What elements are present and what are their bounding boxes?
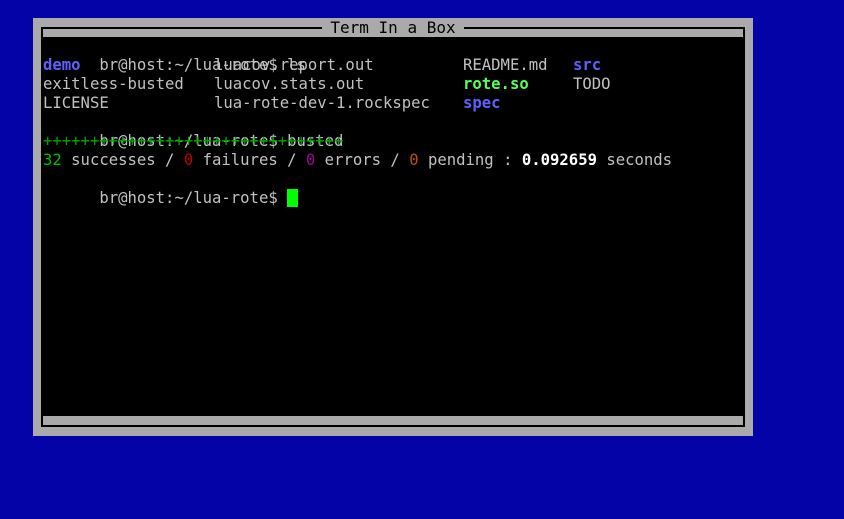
terminal-line: br@host:~/lua-rote$ ls xyxy=(43,37,743,74)
errors-label: errors / xyxy=(315,151,410,169)
error-count: 0 xyxy=(305,151,316,169)
ls-entry-directory: src xyxy=(573,56,602,74)
failure-count: 0 xyxy=(183,151,194,169)
pending-count: 0 xyxy=(409,151,419,169)
pending-label: pending : xyxy=(418,151,522,169)
terminal-window: Term In a Box br@host:~/lua-rote$ ls dem… xyxy=(33,18,753,436)
ls-output-row: LICENSE lua-rote-dev-1.rockspec spec xyxy=(43,94,743,113)
ls-output-row: demo luacov.report.out README.md src xyxy=(43,56,743,75)
test-progress-bar: ++++++++++++++++++++++++++++++++ xyxy=(43,132,344,150)
ls-entry-file: luacov.stats.out xyxy=(214,75,365,93)
elapsed-time: 0.092659 xyxy=(521,151,597,169)
ls-entry-file: TODO xyxy=(573,75,611,93)
text-cursor[interactable] xyxy=(287,189,299,207)
ls-entry-file: luacov.report.out xyxy=(214,56,374,74)
ls-entry-file: lua-rote-dev-1.rockspec xyxy=(214,94,430,112)
test-summary: 32 successes / 0 failures / 0 errors / 0… xyxy=(43,151,743,170)
ls-entry-directory: demo xyxy=(43,56,81,74)
successes-label: successes / xyxy=(61,151,184,169)
ls-output-row: exitless-busted luacov.stats.out rote.so… xyxy=(43,75,743,94)
ls-entry-file: README.md xyxy=(463,56,548,74)
ls-entry-file: LICENSE xyxy=(43,94,109,112)
terminal-screen[interactable]: br@host:~/lua-rote$ ls demo luacov.repor… xyxy=(43,37,743,416)
ls-entry-directory: spec xyxy=(463,94,501,112)
failures-label: failures / xyxy=(193,151,306,169)
terminal-input-line[interactable]: br@host:~/lua-rote$ xyxy=(43,170,743,207)
terminal-line: br@host:~/lua-rote$ busted xyxy=(43,113,743,150)
seconds-label: seconds xyxy=(596,151,673,169)
shell-prompt: br@host:~/lua-rote$ xyxy=(99,189,288,207)
success-count: 32 xyxy=(43,151,62,169)
ls-entry-executable: rote.so xyxy=(463,75,529,93)
ls-entry-file: exitless-busted xyxy=(43,75,184,93)
